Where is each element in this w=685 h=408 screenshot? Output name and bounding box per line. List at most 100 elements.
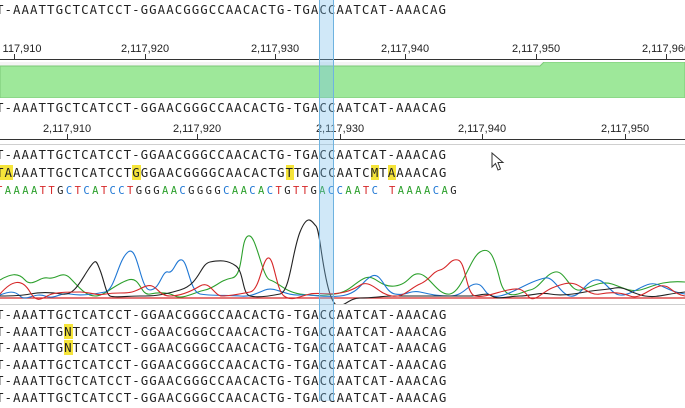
read-base: C xyxy=(106,340,116,355)
trace-call: A xyxy=(345,185,355,197)
read-base: A xyxy=(430,323,439,339)
trace-call xyxy=(380,185,389,197)
read-base: G xyxy=(140,389,150,405)
trace-call: C xyxy=(109,185,119,197)
trace-call: G xyxy=(284,185,293,197)
read-base: G xyxy=(200,356,209,372)
read-base: A xyxy=(345,323,354,339)
read-base: A xyxy=(345,389,354,405)
read-base: A xyxy=(21,307,31,322)
read-base: A xyxy=(166,307,175,322)
read-base: C xyxy=(362,373,371,388)
trace-call: A xyxy=(258,185,267,197)
read-base: A xyxy=(430,356,439,372)
read-base: G xyxy=(149,389,158,405)
trace-call: T xyxy=(292,185,302,197)
read-base: C xyxy=(106,356,116,372)
read-base: A xyxy=(21,389,31,405)
ruler-top-tick xyxy=(275,54,276,60)
read-base: T xyxy=(72,307,82,322)
trace-call: A xyxy=(30,185,40,197)
trace-base: G xyxy=(302,165,312,180)
read-base: G xyxy=(438,373,448,388)
read-base: T xyxy=(353,356,363,372)
read-base: A xyxy=(251,340,260,355)
read-base: A xyxy=(21,340,31,355)
read-base: - xyxy=(387,356,397,372)
trace-base: C xyxy=(362,165,371,180)
read-base: G xyxy=(277,323,286,339)
trace-call: A xyxy=(13,185,23,197)
read-base: A xyxy=(89,389,99,405)
trace-base: T xyxy=(268,165,278,180)
read-base: T xyxy=(294,389,303,405)
read-base: T xyxy=(294,340,303,355)
read-base: G xyxy=(200,389,209,405)
read-base: A xyxy=(413,323,422,339)
trace-base-calls: TAAAATTGCTCATCCTGGGAACGGGGCAACACTGTTGACC… xyxy=(0,181,685,201)
read-base: C xyxy=(217,323,226,339)
ruler-top-label: 117,910 xyxy=(2,43,42,55)
read-base: A xyxy=(166,373,175,388)
ruler-bottom-tick xyxy=(625,134,626,140)
read-base: A xyxy=(345,356,354,372)
read-base: T xyxy=(47,307,56,322)
read-base: T xyxy=(379,373,388,388)
trace-sequence[interactable]: TAAAATTGCTCATCCTGGGAACGGGGCAACACTGTTGACC… xyxy=(0,163,685,183)
read-base: C xyxy=(115,340,124,355)
chromatogram-traces xyxy=(0,219,685,307)
read-row[interactable]: T-AAATTGCTCATCCT-GGAACGGGCCAACACTG-TGACC… xyxy=(0,388,685,408)
trace-call: A xyxy=(406,185,416,197)
read-base: A xyxy=(234,356,243,372)
read-base: C xyxy=(217,307,226,322)
read-base: T xyxy=(379,323,388,339)
read-base: T xyxy=(294,323,303,339)
read-base: G xyxy=(183,340,192,355)
read-base: T xyxy=(72,323,82,339)
trace-base: T xyxy=(379,165,388,180)
read-base: C xyxy=(81,356,90,372)
trace-call: T xyxy=(362,185,372,197)
trace-base: T xyxy=(285,165,295,180)
read-base: A xyxy=(30,373,39,388)
read-base: T xyxy=(47,356,56,372)
read-base: - xyxy=(132,323,141,339)
trace-call: C xyxy=(223,185,232,197)
ruler-top-tick xyxy=(14,54,15,60)
read-base: A xyxy=(13,356,22,372)
coverage-area xyxy=(0,61,685,99)
read-base: - xyxy=(132,356,141,372)
read-base: A xyxy=(234,340,243,355)
selected-column-cursor[interactable] xyxy=(319,0,334,401)
trace-call: T xyxy=(275,185,285,197)
ruler-bottom-axis xyxy=(0,139,685,140)
read-base: G xyxy=(55,340,65,355)
read-base: T xyxy=(268,389,278,405)
read-base: G xyxy=(140,340,150,355)
trace-call: A xyxy=(161,185,171,197)
trace-call: A xyxy=(22,185,31,197)
read-base: T xyxy=(38,323,48,339)
trace-call: A xyxy=(423,185,433,197)
read-base: G xyxy=(183,307,192,322)
read-base: - xyxy=(4,389,14,405)
ruler-top: 117,910 2,117,920 2,117,930 2,117,940 2,… xyxy=(0,40,685,62)
trace-base: M xyxy=(370,165,380,180)
read-base: T xyxy=(379,307,388,322)
chromatogram[interactable] xyxy=(0,200,685,307)
read-base: A xyxy=(430,373,439,388)
read-base: G xyxy=(302,307,312,322)
consensus-sequence-mid: T-AAATTGCTCATCCT-GGAACGGGCCAACACTG-TGACC… xyxy=(0,100,448,115)
read-base: T xyxy=(294,373,303,388)
read-base: A xyxy=(396,389,405,405)
read-base: T xyxy=(72,373,82,388)
read-base: G xyxy=(200,323,209,339)
read-base: G xyxy=(149,373,158,388)
read-base: G xyxy=(277,356,286,372)
read-base: C xyxy=(217,373,226,388)
ruler-bottom-tick xyxy=(67,134,68,140)
read-base: C xyxy=(81,389,90,405)
consensus-sequence-top: T-AAATTGCTCATCCT-GGAACGGGCCAACACTG-TGACC… xyxy=(0,2,448,17)
read-base: - xyxy=(387,389,397,405)
read-base: A xyxy=(30,389,39,405)
